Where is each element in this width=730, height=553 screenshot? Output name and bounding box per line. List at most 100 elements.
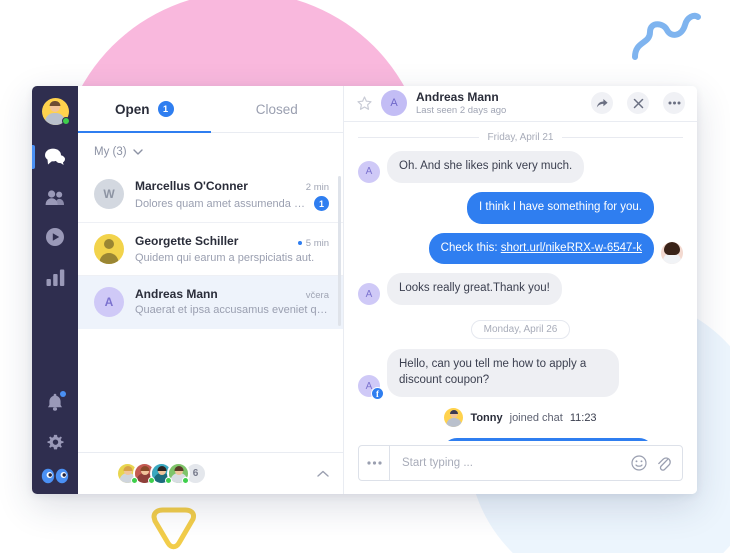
list-scrollbar[interactable] — [338, 176, 341, 326]
tab-open-label: Open — [114, 101, 150, 117]
message-row-outgoing: Check this: short.url/nikeRRX-w-6547-k — [358, 232, 683, 265]
system-message: Tonny joined chat 11:23 — [358, 408, 683, 428]
system-message-action: joined chat — [509, 411, 563, 424]
message-avatar: A f — [358, 375, 384, 401]
list-group-label: My (3) — [94, 146, 127, 158]
system-message-name: Tonny — [470, 411, 503, 424]
star-outline-icon[interactable] — [357, 96, 372, 111]
sidebar-item-sessions[interactable] — [32, 217, 78, 257]
bar-chart-icon — [46, 269, 64, 286]
rail-top-group — [32, 86, 78, 297]
more-options-icon[interactable] — [359, 446, 390, 480]
more-horizontal-icon[interactable] — [663, 92, 685, 115]
contacts-icon — [45, 189, 64, 205]
sidebar-item-chats[interactable] — [32, 137, 78, 177]
message-bubble: Hello, can you tell me how to apply a di… — [387, 349, 619, 398]
online-status-dot — [165, 477, 172, 484]
message-bubble: I think I have something for you. — [466, 191, 654, 224]
current-user-avatar[interactable] — [41, 98, 70, 125]
left-nav-rail — [32, 86, 78, 494]
conversation-avatar — [94, 234, 124, 264]
online-status-dot — [61, 117, 70, 125]
conversation-body: Andreas Mann včera Quaerat et ipsa accus… — [135, 287, 329, 317]
person-silhouette-icon — [94, 234, 124, 264]
message-avatar: A — [358, 283, 380, 306]
conversation-item[interactable]: Georgette Schiller 5 min Quidem qui earu… — [78, 223, 343, 276]
conversation-unread-badge: 1 — [314, 196, 329, 211]
tab-closed[interactable]: Closed — [211, 86, 344, 132]
message-prefix: Check this: — [440, 241, 501, 254]
page-title: Andreas Mann — [416, 90, 499, 105]
conversation-avatar: A — [94, 287, 124, 317]
notification-badge-dot — [60, 391, 66, 397]
chat-contact-avatar: A — [381, 90, 407, 117]
facebook-channel-icon: f — [371, 387, 384, 401]
message-row-outgoing: I think I have something for you. — [358, 191, 683, 224]
message-bubble: Oh. And she likes pink very much. — [387, 150, 585, 183]
chevron-up-icon[interactable] — [317, 470, 329, 477]
emoji-smile-icon[interactable] — [631, 455, 647, 471]
system-message-time: 11:23 — [569, 411, 597, 424]
avatar-initial: A — [365, 288, 373, 300]
sidebar-item-notifications[interactable] — [32, 382, 78, 422]
message-composer — [358, 445, 683, 481]
conversation-name: Marcellus O'Conner — [135, 179, 248, 193]
chat-app-window: Open 1 Closed My (3) W Marcellus O'Conne… — [32, 86, 697, 494]
online-agent-avatars[interactable]: 6 — [94, 462, 317, 485]
chevron-down-icon — [132, 149, 143, 155]
message-input[interactable] — [390, 446, 631, 480]
agent-avatar — [661, 242, 683, 265]
agent-avatar — [444, 408, 464, 428]
message-bubble: Check this: short.url/nikeRRX-w-6547-k — [428, 232, 654, 265]
screenshot-stage: Open 1 Closed My (3) W Marcellus O'Conne… — [0, 0, 730, 553]
avatar-initial: A — [104, 295, 114, 309]
message-list[interactable]: Friday, April 21 A Oh. And she likes pin… — [344, 122, 697, 441]
chat-contact-status: Last seen 2 days ago — [416, 105, 507, 117]
conversation-name: Andreas Mann — [135, 287, 218, 301]
conversation-time: 2 min — [305, 182, 329, 193]
online-status-dot — [148, 477, 155, 484]
online-status-dot — [182, 477, 189, 484]
message-link[interactable]: short.url/nikeRRX-w-6547-k — [501, 242, 642, 254]
tab-open[interactable]: Open 1 — [78, 86, 211, 133]
sidebar-item-settings[interactable] — [32, 422, 78, 462]
unread-dot — [297, 241, 302, 245]
play-circle-icon — [46, 228, 64, 246]
gear-icon — [47, 434, 63, 449]
sidebar-item-statistics[interactable] — [32, 257, 78, 297]
composer-actions — [631, 446, 682, 480]
conversation-item[interactable]: W Marcellus O'Conner 2 min Dolores quam … — [78, 168, 343, 223]
conversation-name: Georgette Schiller — [135, 234, 239, 248]
avatar-initial: A — [390, 97, 398, 110]
conversation-scroll-area[interactable]: W Marcellus O'Conner 2 min Dolores quam … — [78, 168, 343, 452]
online-status-dot — [131, 477, 138, 484]
tab-open-badge: 1 — [157, 101, 174, 117]
message-bubble: Looks really great.Thank you! — [387, 273, 562, 306]
app-logo[interactable] — [41, 468, 69, 484]
chat-panel: A Andreas Mann Last seen 2 days ago Frid… — [344, 86, 697, 494]
message-row-incoming: A Oh. And she likes pink very much. — [358, 150, 683, 183]
decorative-squiggle — [632, 12, 701, 60]
list-group-header[interactable]: My (3) — [78, 133, 343, 168]
chat-header: A Andreas Mann Last seen 2 days ago — [344, 86, 697, 122]
forward-icon[interactable] — [591, 92, 613, 115]
online-agents-footer: 6 — [78, 452, 343, 494]
sidebar-item-contacts[interactable] — [32, 177, 78, 217]
paperclip-icon[interactable] — [656, 455, 671, 472]
conversation-preview: Dolores quam amet assumenda veritatis — [135, 197, 308, 210]
chat-contact-info: Andreas Mann Last seen 2 days ago — [416, 90, 577, 116]
conversation-preview: Quidem qui earum a perspiciatis aut. — [135, 251, 315, 264]
pp-logo-icon — [41, 468, 69, 484]
conversation-preview: Quaerat et ipsa accusamus eveniet qui do… — [135, 304, 329, 316]
message-avatar: A — [358, 160, 380, 183]
chat-bubbles-icon — [45, 148, 65, 165]
conversation-time: včera — [305, 290, 329, 301]
conversation-item[interactable]: A Andreas Mann včera Quaerat et ipsa acc… — [78, 276, 343, 329]
date-separator: Friday, April 21 — [358, 132, 684, 143]
tab-closed-label: Closed — [255, 101, 298, 117]
date-pill: Monday, April 26 — [470, 320, 571, 340]
list-tabs: Open 1 Closed — [78, 86, 343, 133]
close-icon[interactable] — [627, 92, 649, 115]
conversation-time-text: 5 min — [305, 237, 329, 249]
decorative-triangle — [151, 507, 196, 550]
